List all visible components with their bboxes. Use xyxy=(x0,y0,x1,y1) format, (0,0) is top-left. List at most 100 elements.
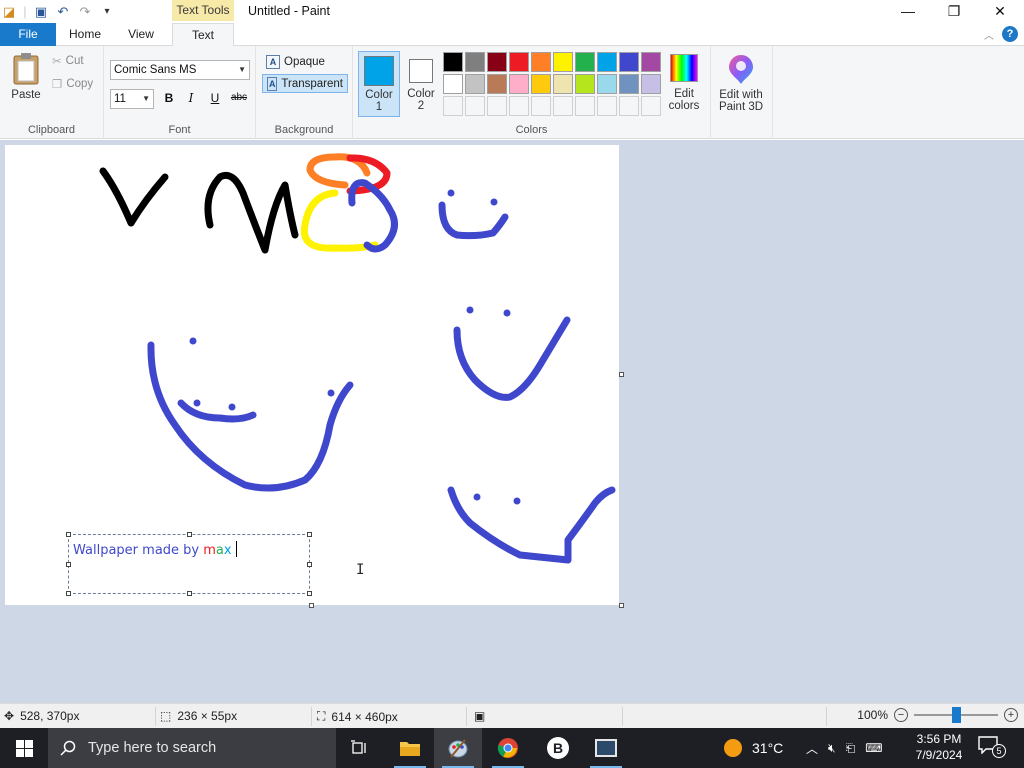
file-explorer-button[interactable] xyxy=(386,728,434,768)
paint3d-icon xyxy=(729,55,753,84)
app-window-button[interactable] xyxy=(582,728,630,768)
palette-swatch[interactable] xyxy=(487,74,507,94)
chrome-button[interactable] xyxy=(484,728,532,768)
palette-swatch[interactable] xyxy=(575,74,595,94)
palette-swatch[interactable] xyxy=(509,74,529,94)
text-caret xyxy=(235,541,237,557)
palette-swatch[interactable] xyxy=(641,52,661,72)
tab-text[interactable]: Text xyxy=(172,23,234,47)
zoom-slider-thumb[interactable] xyxy=(951,707,961,723)
taskbar-search-box[interactable]: Type here to search xyxy=(48,728,336,768)
redo-icon[interactable]: ↷ xyxy=(76,3,94,21)
clock[interactable]: 3:56 PM 7/9/2024 xyxy=(904,731,974,763)
font-family-select[interactable]: Comic Sans MS ▼ xyxy=(110,60,250,80)
palette-empty-slot[interactable] xyxy=(487,96,507,116)
palette-empty-slot[interactable] xyxy=(575,96,595,116)
restore-button[interactable]: ❐ xyxy=(931,0,977,23)
tab-view[interactable]: View xyxy=(118,23,164,46)
network-icon[interactable]: ⎗ xyxy=(846,741,856,756)
undo-icon[interactable]: ↶ xyxy=(54,3,72,21)
canvas-text-m: m xyxy=(203,543,216,558)
close-button[interactable]: ✕ xyxy=(977,0,1023,23)
palette-empty-slot[interactable] xyxy=(531,96,551,116)
drawing-canvas[interactable]: Wallpaper made by max xyxy=(5,145,619,605)
canvas-resize-handle-right[interactable] xyxy=(619,372,624,377)
resize-handle[interactable] xyxy=(307,591,312,596)
notification-center-button[interactable]: 5 xyxy=(978,736,1008,760)
palette-swatch[interactable] xyxy=(465,52,485,72)
palette-empty-slot[interactable] xyxy=(509,96,529,116)
font-size-select[interactable]: 11 ▼ xyxy=(110,89,154,109)
resize-handle[interactable] xyxy=(66,532,71,537)
collapse-ribbon-icon[interactable]: ︿ xyxy=(984,27,994,42)
color2-button[interactable]: Color 2 xyxy=(400,51,442,117)
canvas-workspace[interactable]: Wallpaper made by max I xyxy=(0,140,1024,703)
palette-swatch[interactable] xyxy=(465,74,485,94)
strikethrough-button[interactable]: abc xyxy=(228,89,250,107)
weather-widget[interactable]: 31°C xyxy=(724,728,783,768)
minimize-button[interactable]: — xyxy=(885,0,931,23)
paint-app-icon[interactable]: ◪ xyxy=(0,3,18,21)
palette-swatch[interactable] xyxy=(575,52,595,72)
copy-button[interactable]: ❐ Copy xyxy=(52,77,93,91)
bold-button[interactable]: B xyxy=(160,89,178,107)
palette-swatch[interactable] xyxy=(531,52,551,72)
palette-swatch[interactable] xyxy=(619,52,639,72)
palette-swatch[interactable] xyxy=(597,52,617,72)
underline-button[interactable]: U xyxy=(206,89,224,107)
palette-empty-slot[interactable] xyxy=(553,96,573,116)
save-icon[interactable]: ▣ xyxy=(32,3,50,21)
text-input-box[interactable]: Wallpaper made by max xyxy=(66,532,312,596)
palette-swatch[interactable] xyxy=(619,74,639,94)
b-app-button[interactable]: B xyxy=(534,728,582,768)
color1-button[interactable]: Color 1 xyxy=(358,51,400,117)
cut-button[interactable]: ✂ Cut xyxy=(52,54,84,68)
edit-with-paint3d-button[interactable]: Edit with Paint 3D xyxy=(714,51,768,113)
opaque-option[interactable]: A Opaque xyxy=(262,52,329,71)
keyboard-icon[interactable]: ⌨ xyxy=(865,741,882,755)
tab-home[interactable]: Home xyxy=(62,23,108,46)
tab-file[interactable]: File xyxy=(0,23,56,46)
canvas-resize-handle-bottom[interactable] xyxy=(309,603,314,608)
palette-swatch[interactable] xyxy=(531,74,551,94)
zoom-out-button[interactable]: − xyxy=(894,708,908,722)
palette-swatch[interactable] xyxy=(641,74,661,94)
palette-swatch[interactable] xyxy=(553,74,573,94)
volume-muted-icon[interactable]: 🔇︎ xyxy=(828,741,836,756)
customize-qat-icon[interactable]: ▾ xyxy=(98,3,116,21)
start-button[interactable] xyxy=(0,728,48,768)
resize-handle[interactable] xyxy=(66,591,71,596)
palette-empty-slot[interactable] xyxy=(641,96,661,116)
transparent-option[interactable]: A Transparent xyxy=(262,74,348,93)
chrome-icon xyxy=(497,738,518,758)
palette-swatch[interactable] xyxy=(487,52,507,72)
paint-taskbar-button[interactable] xyxy=(434,728,482,768)
window-title: Untitled - Paint xyxy=(248,4,330,18)
italic-button[interactable]: I xyxy=(182,89,200,107)
resize-handle[interactable] xyxy=(307,532,312,537)
chevron-up-icon[interactable]: ︿ xyxy=(806,740,818,757)
color1-number: 1 xyxy=(375,101,383,113)
edit-colors-button[interactable]: Edit colors xyxy=(664,51,704,112)
palette-swatch[interactable] xyxy=(509,52,529,72)
palette-swatch[interactable] xyxy=(597,74,617,94)
resize-handle[interactable] xyxy=(66,562,71,567)
resize-handle[interactable] xyxy=(307,562,312,567)
palette-empty-slot[interactable] xyxy=(465,96,485,116)
paste-button[interactable]: Paste xyxy=(6,52,46,101)
help-icon[interactable]: ? xyxy=(1002,26,1018,42)
resize-handle[interactable] xyxy=(187,532,192,537)
palette-empty-slot[interactable] xyxy=(597,96,617,116)
palette-swatch[interactable] xyxy=(443,52,463,72)
zoom-slider[interactable] xyxy=(914,707,998,723)
resize-handle[interactable] xyxy=(187,591,192,596)
palette-swatch[interactable] xyxy=(553,52,573,72)
task-view-button[interactable] xyxy=(336,728,384,768)
palette-empty-slot[interactable] xyxy=(443,96,463,116)
canvas-text[interactable]: Wallpaper made by max xyxy=(73,541,237,558)
edit-colors-label-1: Edit xyxy=(674,88,694,100)
zoom-in-button[interactable]: + xyxy=(1004,708,1018,722)
canvas-resize-handle-corner[interactable] xyxy=(619,603,624,608)
palette-swatch[interactable] xyxy=(443,74,463,94)
palette-empty-slot[interactable] xyxy=(619,96,639,116)
